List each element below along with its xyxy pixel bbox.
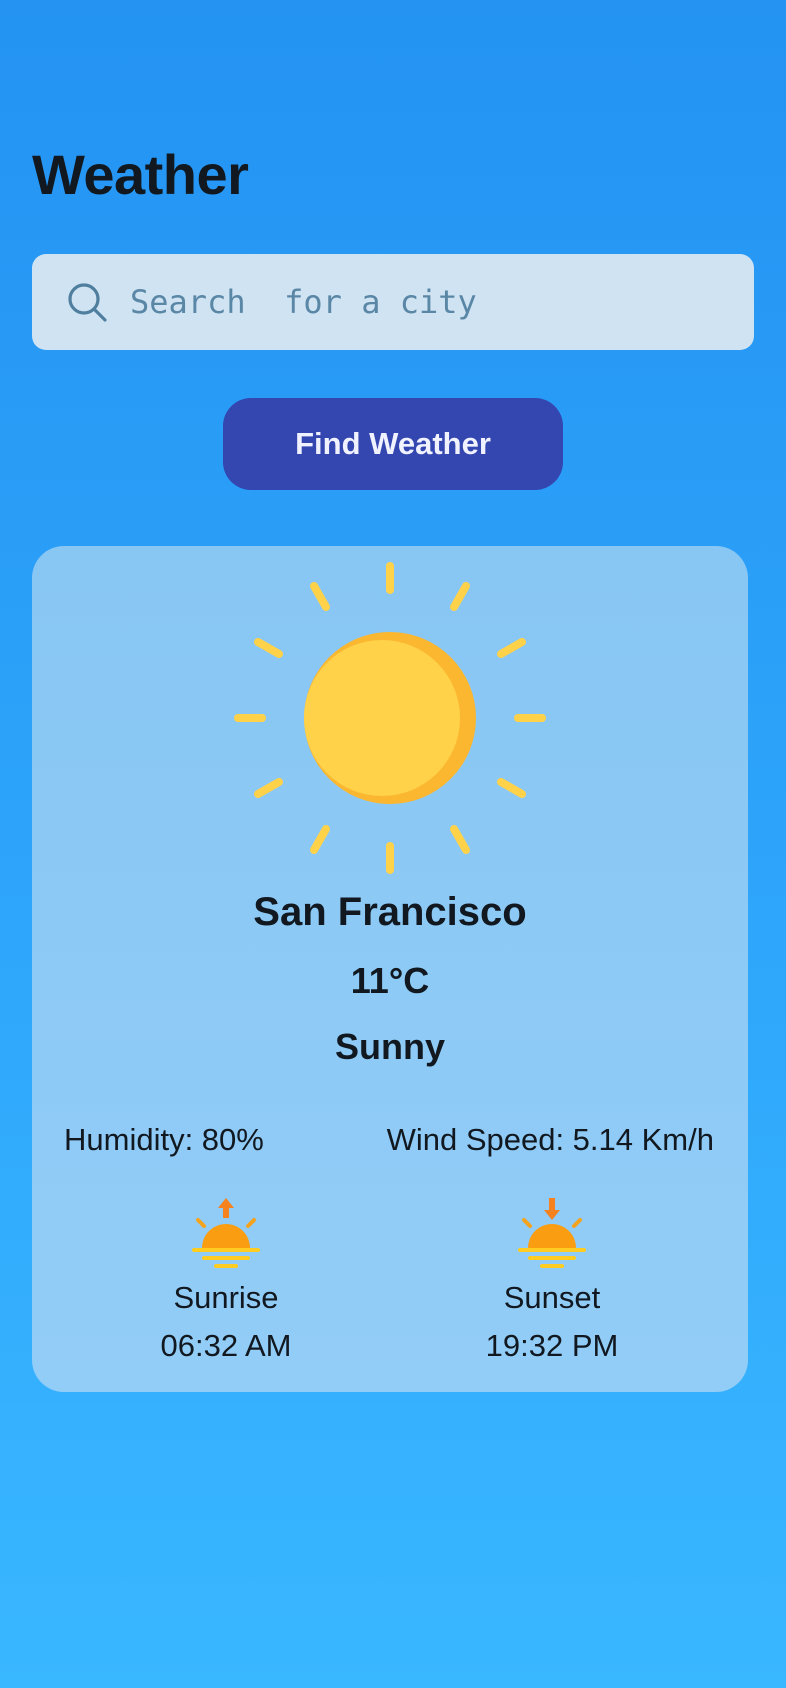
find-weather-button[interactable]: Find Weather — [223, 398, 563, 490]
sunset-label: Sunset — [503, 1280, 601, 1315]
search-input[interactable] — [128, 282, 712, 322]
wind-speed-value: Wind Speed: 5.14 Km/h — [386, 1122, 714, 1157]
sunset-icon — [518, 1198, 586, 1268]
city-name: San Francisco — [253, 890, 527, 934]
condition: Sunny — [334, 1026, 445, 1067]
search-bar[interactable] — [32, 254, 754, 350]
sunrise-label: Sunrise — [173, 1280, 279, 1315]
page-title: Weather — [32, 143, 249, 206]
sunrise-time: 06:32 AM — [160, 1328, 292, 1363]
search-icon — [68, 283, 107, 322]
sunrise-icon — [192, 1198, 260, 1268]
sunrise-block: Sunrise 06:32 AM — [106, 1196, 346, 1364]
sunset-block: Sunset 19:32 PM — [432, 1196, 672, 1364]
humidity-value: Humidity: 80% — [64, 1122, 264, 1157]
temperature: 11°C — [350, 960, 430, 1001]
sun-icon — [234, 562, 546, 874]
sunset-time: 19:32 PM — [485, 1328, 619, 1363]
weather-card: San Francisco 11°C Sunny Humidity: 80% W… — [32, 546, 748, 1392]
